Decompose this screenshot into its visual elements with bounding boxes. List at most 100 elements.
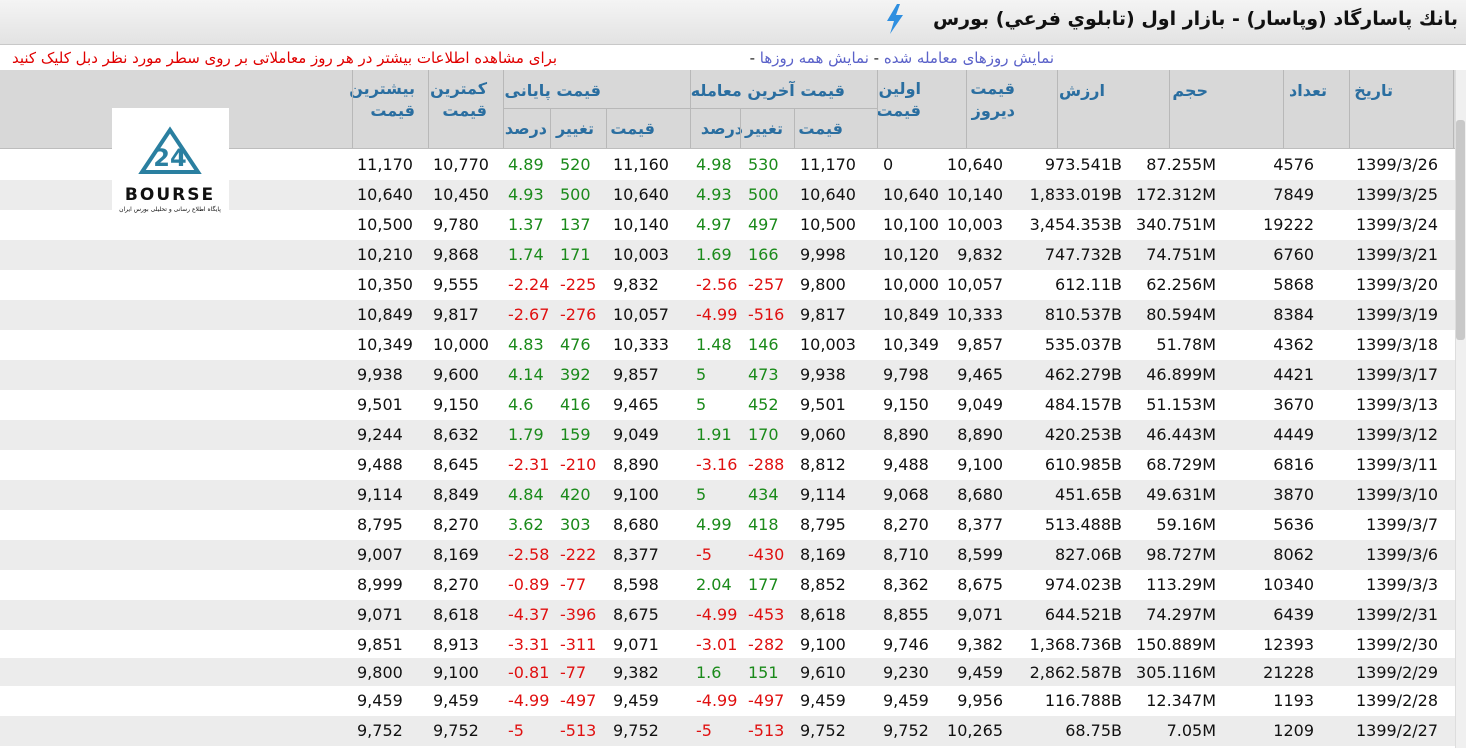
header-last-price[interactable]: قیمت [798,118,843,140]
header-prev-price[interactable]: قیمت دیروز [970,78,1015,122]
cell-last-pct: -2.56 [696,275,738,294]
header-volume[interactable]: حجم [1172,80,1208,102]
cell-close-change: 392 [560,365,591,384]
cell-last-pct: 1.6 [696,663,722,682]
cell-volume: 49.631M [1146,485,1216,504]
lightning-icon[interactable] [884,4,906,34]
table-row[interactable]: 1399/3/19 8384 80.594M 810.537B 10,333 10,849… [0,300,1455,330]
table-row[interactable]: 1399/2/27 1209 7.05M 68.75B 10,265 9,752 9,752… [0,716,1455,746]
header-low-price[interactable]: کمترین قیمت [430,78,487,122]
cell-first: 9,068 [883,485,929,504]
cell-close-change: 420 [560,485,591,504]
cell-close-price: 8,890 [613,455,659,474]
cell-last-change: 434 [748,485,779,504]
table-row[interactable]: 1399/3/24 19222 340.751M 3,454.353B 10,003 10… [0,210,1455,240]
cell-close-pct: -2.67 [508,305,550,324]
cell-close-change: 303 [560,515,591,534]
cell-close-pct: -2.24 [508,275,550,294]
table-row[interactable]: 1399/3/12 4449 46.443M 420.253B 8,890 8,890 9,… [0,420,1455,450]
header-count[interactable]: تعداد [1289,80,1327,102]
table-row[interactable]: 1399/3/3 10340 113.29M 974.023B 8,675 8,362 8,… [0,570,1455,600]
header-close-price[interactable]: قیمت [610,118,655,140]
cell-last-price: 9,938 [800,365,846,384]
table-row[interactable]: 1399/3/17 4421 46.899M 462.279B 9,465 9,798 9,… [0,360,1455,390]
header-last-percent[interactable]: درصد [701,118,743,140]
traded-days-link[interactable]: نمایش روزهای معامله شده [884,49,1054,67]
table-row[interactable]: 1399/2/30 12393 150.889M 1,368.736B 9,382 9,7… [0,630,1455,658]
header-high-price[interactable]: بیشترین قیمت [349,78,415,122]
table-row[interactable]: 1399/3/20 5868 62.256M 612.11B 10,057 10,000 9… [0,270,1455,300]
cell-close-pct: 1.37 [508,215,544,234]
cell-value: 612.11B [1055,275,1122,294]
table-row[interactable]: 1399/2/28 1193 12.347M 116.788B 9,956 9,459 9,… [0,686,1455,716]
cell-high: 10,640 [357,185,413,204]
cell-value: 535.037B [1044,335,1122,354]
cell-first: 9,488 [883,455,929,474]
cell-low: 10,450 [433,185,489,204]
cell-close-price: 10,003 [613,245,669,264]
cell-prev: 9,857 [957,335,1003,354]
cell-volume: 74.751M [1146,245,1216,264]
cell-last-price: 9,610 [800,663,846,682]
cell-volume: 62.256M [1146,275,1216,294]
cell-close-pct: -3.31 [508,635,550,654]
cell-volume: 51.153M [1146,395,1216,414]
table-row[interactable]: 1399/3/18 4362 51.78M 535.037B 9,857 10,349 10… [0,330,1455,360]
title-bar: بانك پاسارگاد (وپاسار) - بازار اول (تابل… [0,0,1466,45]
cell-last-change: 452 [748,395,779,414]
cell-last-change: 473 [748,365,779,384]
header-date[interactable]: تاریخ [1354,80,1393,102]
cell-count: 6816 [1273,455,1314,474]
cell-count: 6439 [1273,605,1314,624]
table-row[interactable]: 1399/2/29 21228 305.116M 2,862.587B 9,459 9,2… [0,658,1455,686]
cell-low: 9,600 [433,365,479,384]
table-row[interactable]: 1399/2/31 6439 74.297M 644.521B 9,071 8,855 8,… [0,600,1455,630]
table-row[interactable]: 1399/3/7 5636 59.16M 513.488B 8,377 8,270 8,79… [0,510,1455,540]
cell-last-pct: 5 [696,485,707,504]
cell-last-change: -430 [748,545,785,564]
table-row[interactable]: 1399/3/21 6760 74.751M 747.732B 9,832 10,120 9… [0,240,1455,270]
cell-last-pct: 4.93 [696,185,732,204]
cell-value: 747.732B [1044,245,1122,264]
cell-last-change: 497 [748,215,779,234]
cell-low: 9,150 [433,395,479,414]
cell-high: 9,938 [357,365,403,384]
table-row[interactable]: 1399/3/10 3870 49.631M 451.65B 8,680 9,068 9,1… [0,480,1455,510]
cell-value: 2,862.587B [1029,663,1122,682]
cell-low: 9,752 [433,721,479,740]
cell-volume: 12.347M [1146,691,1216,710]
cell-prev: 9,100 [957,455,1003,474]
cell-value: 513.488B [1044,515,1122,534]
cell-close-pct: 3.62 [508,515,544,534]
all-days-link[interactable]: نمایش همه روزها [760,49,869,67]
table-row[interactable]: 1399/3/13 3670 51.153M 484.157B 9,049 9,150 9,… [0,390,1455,420]
cell-close-change: -210 [560,455,597,474]
header-close-percent[interactable]: درصد [505,118,547,140]
header-close-change[interactable]: تغییر [556,118,594,140]
cell-volume: 80.594M [1146,305,1216,324]
cell-first: 0 [883,155,894,174]
table-row[interactable]: 1399/3/11 6816 68.729M 610.985B 9,100 9,488 8,… [0,450,1455,480]
cell-last-price: 9,998 [800,245,846,264]
header-last-change[interactable]: تغییر [745,118,783,140]
cell-last-price: 11,170 [800,155,856,174]
cell-last-price: 9,800 [800,275,846,294]
cell-close-pct: -2.31 [508,455,550,474]
cell-low: 8,618 [433,605,479,624]
cell-prev: 8,680 [957,485,1003,504]
cell-close-change: 171 [560,245,591,264]
cell-close-pct: -0.81 [508,663,550,682]
table-row[interactable]: 1399/3/6 8062 98.727M 827.06B 8,599 8,710 8,16… [0,540,1455,570]
header-value[interactable]: ارزش [1059,80,1105,102]
header-first-price[interactable]: اولین قیمت [876,78,921,122]
cell-close-price: 9,382 [613,663,659,682]
cell-close-price: 10,640 [613,185,669,204]
scrollbar-thumb[interactable] [1456,120,1465,340]
cell-close-change: -513 [560,721,597,740]
cell-last-price: 9,817 [800,305,846,324]
cell-close-price: 10,057 [613,305,669,324]
cell-prev: 9,382 [957,635,1003,654]
cell-last-change: -288 [748,455,785,474]
cell-last-pct: -4.99 [696,305,738,324]
cell-low: 8,849 [433,485,479,504]
